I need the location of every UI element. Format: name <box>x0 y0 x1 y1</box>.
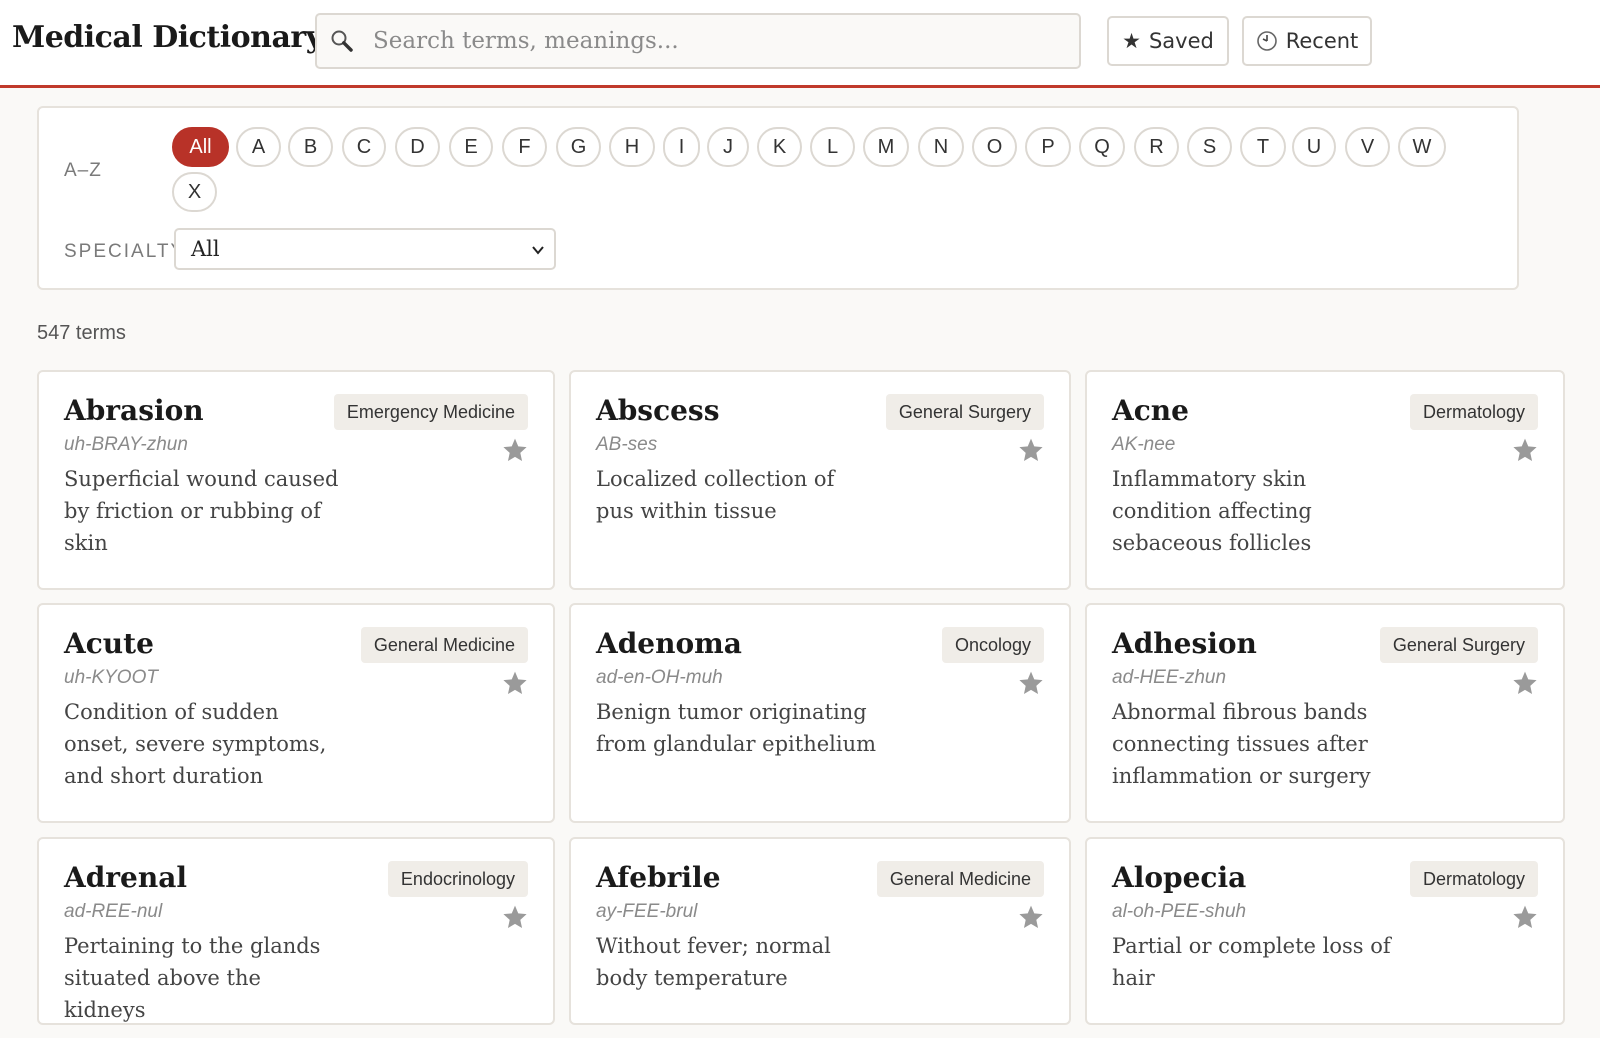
term-definition: Without fever; normal body temperature <box>596 934 831 990</box>
term-card[interactable]: Alopecia al-oh-PEE-shuh Partial or complet… <box>1085 837 1565 1025</box>
term-pronunciation: AK-nee <box>1112 434 1176 455</box>
term-pronunciation: ay-FEE-brul <box>596 901 698 922</box>
term-pronunciation: al-oh-PEE-shuh <box>1112 901 1247 922</box>
app-title: Medical Dictionary <box>12 20 323 55</box>
term-card[interactable]: Adrenal ad-REE-nul Pertaining to the gland… <box>37 837 555 1025</box>
letter-b[interactable]: B <box>288 127 333 167</box>
term-name: Adhesion <box>1112 627 1257 660</box>
term-name: Acute <box>64 627 154 660</box>
term-name: Acne <box>1112 394 1189 427</box>
term-card[interactable]: Afebrile ay-FEE-brul Without fever; normal… <box>569 837 1071 1025</box>
letter-d[interactable]: D <box>395 127 440 167</box>
letter-e[interactable]: E <box>449 127 493 167</box>
save-star-icon[interactable] <box>502 904 528 930</box>
specialty-badge: General Surgery <box>1379 627 1538 663</box>
result-count: 547 terms <box>37 322 126 344</box>
letter-i[interactable]: I <box>663 127 700 167</box>
term-name: Adenoma <box>596 627 742 660</box>
specialty-badge: Emergency Medicine <box>333 394 528 430</box>
search-input[interactable] <box>373 15 1063 67</box>
letter-x[interactable]: X <box>172 172 217 212</box>
letter-g[interactable]: G <box>556 127 601 167</box>
term-card[interactable]: Acute uh-KYOOT Condition of sudden onset, … <box>37 603 555 823</box>
letter-h[interactable]: H <box>609 127 655 167</box>
term-pronunciation: AB-ses <box>596 434 658 455</box>
specialty-badge: General Medicine <box>876 861 1044 897</box>
search-box[interactable] <box>315 13 1081 69</box>
term-definition: Inflammatory skin condition affecting se… <box>1112 467 1312 555</box>
term-card[interactable]: Adhesion ad-HEE-zhun Abnormal fibrous band… <box>1085 603 1565 823</box>
specialty-badge: General Medicine <box>360 627 528 663</box>
save-star-icon[interactable] <box>1018 670 1044 696</box>
letter-n[interactable]: N <box>918 127 964 167</box>
letter-r[interactable]: R <box>1134 127 1179 167</box>
term-definition: Condition of sudden onset, severe sympto… <box>64 700 327 788</box>
term-card[interactable]: Abscess AB-ses Localized collection of pus… <box>569 370 1071 590</box>
term-name: Afebrile <box>596 861 721 894</box>
letter-u[interactable]: U <box>1292 127 1336 167</box>
term-name: Alopecia <box>1112 861 1247 894</box>
save-star-icon[interactable] <box>1018 904 1044 930</box>
term-pronunciation: ad-HEE-zhun <box>1112 667 1227 688</box>
term-pronunciation: ad-en-OH-muh <box>596 667 723 688</box>
save-star-icon[interactable] <box>1512 670 1538 696</box>
letter-q[interactable]: Q <box>1079 127 1125 167</box>
letter-w[interactable]: W <box>1398 127 1446 167</box>
specialty-label: SPECIALTY <box>64 241 174 262</box>
letter-v[interactable]: V <box>1345 127 1390 167</box>
letter-j[interactable]: J <box>707 127 749 167</box>
term-definition: Benign tumor originating from glandular … <box>596 700 877 756</box>
specialty-selected-value: All <box>191 237 220 261</box>
term-definition: Pertaining to the glands situated above … <box>64 934 321 1022</box>
save-star-icon[interactable] <box>502 670 528 696</box>
letter-a[interactable]: A <box>236 127 281 167</box>
recent-label: Recent <box>1285 29 1359 53</box>
term-definition: Partial or complete loss of hair <box>1112 934 1391 990</box>
term-pronunciation: ad-REE-nul <box>64 901 163 922</box>
term-pronunciation: uh-BRAY-zhun <box>64 434 188 455</box>
letter-p[interactable]: P <box>1025 127 1071 167</box>
letter-f[interactable]: F <box>502 127 547 167</box>
star-icon: ★ <box>1122 29 1141 53</box>
saved-button[interactable]: ★ Saved <box>1107 16 1229 66</box>
saved-label: Saved <box>1148 29 1214 53</box>
term-definition: Localized collection of pus within tissu… <box>596 467 835 523</box>
filter-panel: A–Z All A B C D E F G H I J K L M N O P Q R S T U V W X SPECIALT… <box>37 106 1519 290</box>
specialty-select[interactable]: All <box>174 228 556 270</box>
term-definition: Superficial wound caused by friction or … <box>64 467 339 555</box>
specialty-badge: General Surgery <box>885 394 1044 430</box>
save-star-icon[interactable] <box>1512 904 1538 930</box>
specialty-badge: Dermatology <box>1409 394 1538 430</box>
term-card[interactable]: Abrasion uh-BRAY-zhun Superficial wound ca… <box>37 370 555 590</box>
term-card[interactable]: Adenoma ad-en-OH-muh Benign tumor originat… <box>569 603 1071 823</box>
letter-m[interactable]: M <box>863 127 909 167</box>
letter-l[interactable]: L <box>810 127 855 167</box>
specialty-badge: Endocrinology <box>387 861 528 897</box>
save-star-icon[interactable] <box>502 437 528 463</box>
term-name: Adrenal <box>64 861 188 894</box>
chevron-down-icon <box>532 246 544 255</box>
term-name: Abscess <box>596 394 720 427</box>
recent-button[interactable]: Recent <box>1242 16 1372 66</box>
term-definition: Abnormal fibrous bands connecting tissue… <box>1112 700 1371 788</box>
search-icon <box>331 30 353 52</box>
letter-s[interactable]: S <box>1187 127 1232 167</box>
letter-k[interactable]: K <box>757 127 802 167</box>
az-label: A–Z <box>64 160 102 181</box>
term-card[interactable]: Acne AK-nee Inflammatory skin condition af… <box>1085 370 1565 590</box>
term-pronunciation: uh-KYOOT <box>64 667 158 688</box>
letter-all[interactable]: All <box>172 127 229 167</box>
save-star-icon[interactable] <box>1018 437 1044 463</box>
specialty-badge: Oncology <box>941 627 1044 663</box>
save-star-icon[interactable] <box>1512 437 1538 463</box>
app-header: Medical Dictionary ★ Saved Recent <box>0 0 1600 88</box>
clock-icon <box>1256 31 1277 51</box>
letter-t[interactable]: T <box>1240 127 1286 167</box>
term-name: Abrasion <box>64 394 204 427</box>
specialty-badge: Dermatology <box>1409 861 1538 897</box>
letter-o[interactable]: O <box>972 127 1017 167</box>
letter-c[interactable]: C <box>342 127 386 167</box>
